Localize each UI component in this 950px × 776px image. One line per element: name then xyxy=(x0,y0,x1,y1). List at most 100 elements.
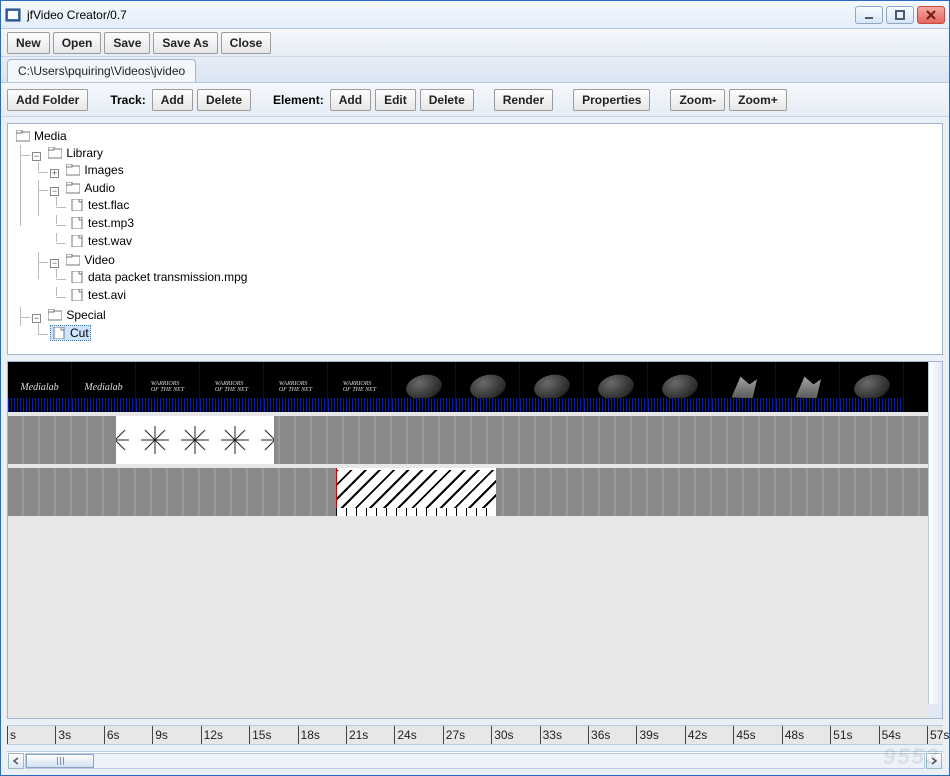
ruler-tick: 51s xyxy=(830,726,852,744)
tree-file-item[interactable]: test.flac xyxy=(68,198,131,212)
video-thumbnail[interactable]: WARRIORSOF THE NET xyxy=(200,362,264,412)
tree-file-item[interactable]: Cut xyxy=(50,325,91,341)
media-tree-pane[interactable]: Media − Library xyxy=(7,123,943,355)
video-thumbnail[interactable]: WARRIORSOF THE NET xyxy=(136,362,200,412)
ruler-tick: 30s xyxy=(491,726,513,744)
folder-icon xyxy=(66,164,80,176)
save-as-button[interactable]: Save As xyxy=(153,32,217,54)
video-thumbnail[interactable]: WARRIORSOF THE NET xyxy=(264,362,328,412)
video-thumbnail[interactable]: WARRIORSOF THE NET xyxy=(328,362,392,412)
render-button[interactable]: Render xyxy=(494,89,553,111)
minimize-button[interactable] xyxy=(855,6,883,24)
ruler-tick: 18s xyxy=(298,726,320,744)
project-tab[interactable]: C:\Users\pquiring\Videos\jvideo xyxy=(7,59,196,82)
close-file-button[interactable]: Close xyxy=(221,32,272,54)
titlebar: jfVideo Creator/0.7 xyxy=(1,1,949,29)
file-icon xyxy=(70,199,84,211)
close-button[interactable] xyxy=(917,6,945,24)
file-icon xyxy=(70,271,84,283)
ruler-tick: 39s xyxy=(636,726,658,744)
horizontal-scrollbar[interactable] xyxy=(7,751,943,769)
tree-file-item[interactable]: test.avi xyxy=(68,288,128,302)
video-thumbnail[interactable] xyxy=(456,362,520,412)
scroll-left-button[interactable] xyxy=(8,753,24,769)
content-area: Media − Library xyxy=(1,117,949,775)
tree-label: Library xyxy=(66,146,103,160)
ruler-tick: 57s xyxy=(927,726,949,744)
ruler-tick: 48s xyxy=(782,726,804,744)
main-menubar: New Open Save Save As Close xyxy=(1,29,949,57)
track-delete-button[interactable]: Delete xyxy=(197,89,251,111)
tree-label: test.flac xyxy=(88,198,129,212)
video-thumbnail[interactable] xyxy=(776,362,840,412)
expand-toggle[interactable]: − xyxy=(32,152,41,161)
expand-toggle[interactable]: − xyxy=(32,314,41,323)
media-tree: Media − Library xyxy=(12,128,938,345)
element-label: Element: xyxy=(271,93,326,107)
element-add-button[interactable]: Add xyxy=(330,89,371,111)
tree-label: Cut xyxy=(70,326,89,340)
ruler-tick: s xyxy=(7,726,16,744)
toolbar: Add Folder Track: Add Delete Element: Ad… xyxy=(1,83,949,117)
clip-spark[interactable] xyxy=(116,416,274,464)
empty-area xyxy=(8,520,928,680)
video-thumbnail[interactable] xyxy=(712,362,776,412)
video-thumbnail[interactable] xyxy=(840,362,904,412)
vertical-scrollbar[interactable] xyxy=(928,362,942,704)
video-thumbnail[interactable] xyxy=(392,362,456,412)
video-thumbnail[interactable]: Medialab xyxy=(72,362,136,412)
tree-label: test.avi xyxy=(88,288,126,302)
tree-file-item[interactable]: test.mp3 xyxy=(68,216,136,230)
expand-toggle[interactable]: − xyxy=(50,259,59,268)
scrollbar-track[interactable] xyxy=(25,753,925,769)
ruler-tick: 12s xyxy=(201,726,223,744)
video-thumbnail[interactable]: Medialab xyxy=(8,362,72,412)
track-2[interactable] xyxy=(8,416,928,468)
timeline-area: MedialabMedialabWARRIORSOF THE NETWARRIO… xyxy=(7,361,943,719)
ruler-tick: 45s xyxy=(733,726,755,744)
file-icon xyxy=(70,235,84,247)
ruler-tick: 42s xyxy=(685,726,707,744)
zoom-out-button[interactable]: Zoom- xyxy=(670,89,725,111)
track-add-button[interactable]: Add xyxy=(152,89,193,111)
maximize-button[interactable] xyxy=(886,6,914,24)
tree-special[interactable]: Special xyxy=(46,308,107,322)
video-thumbnail[interactable] xyxy=(520,362,584,412)
tree-file-item[interactable]: data packet transmission.mpg xyxy=(68,270,249,284)
tree-library[interactable]: Library xyxy=(46,146,105,160)
clip-wave[interactable] xyxy=(336,468,496,516)
new-button[interactable]: New xyxy=(7,32,50,54)
element-delete-button[interactable]: Delete xyxy=(420,89,474,111)
expand-toggle[interactable]: + xyxy=(50,169,59,178)
file-icon xyxy=(70,217,84,229)
tree-file-item[interactable]: test.wav xyxy=(68,234,134,248)
ruler-tick: 3s xyxy=(55,726,71,744)
zoom-in-button[interactable]: Zoom+ xyxy=(729,89,787,111)
ruler-tick: 54s xyxy=(879,726,901,744)
tree-root-media[interactable]: Media xyxy=(14,129,69,143)
tree-label: test.wav xyxy=(88,234,132,248)
open-button[interactable]: Open xyxy=(53,32,102,54)
tree-audio[interactable]: Audio xyxy=(64,181,117,195)
folder-icon xyxy=(48,147,62,159)
scroll-right-button[interactable] xyxy=(926,753,942,769)
video-thumbnail[interactable] xyxy=(648,362,712,412)
tree-video[interactable]: Video xyxy=(64,253,116,267)
tree-label: Video xyxy=(84,253,114,267)
element-edit-button[interactable]: Edit xyxy=(375,89,416,111)
add-folder-button[interactable]: Add Folder xyxy=(7,89,88,111)
timeline-scroll[interactable]: MedialabMedialabWARRIORSOF THE NETWARRIO… xyxy=(8,362,928,704)
scrollbar-thumb[interactable] xyxy=(26,754,94,768)
properties-button[interactable]: Properties xyxy=(573,89,650,111)
folder-icon xyxy=(16,130,30,142)
video-thumbnail[interactable] xyxy=(584,362,648,412)
save-button[interactable]: Save xyxy=(104,32,150,54)
file-icon xyxy=(70,289,84,301)
ruler-tick: 33s xyxy=(540,726,562,744)
folder-icon xyxy=(48,309,62,321)
tree-images[interactable]: Images xyxy=(64,163,125,177)
track-3[interactable] xyxy=(8,468,928,520)
time-ruler[interactable]: s3s6s9s12s15s18s21s24s27s30s33s36s39s42s… xyxy=(7,725,943,745)
video-track[interactable]: MedialabMedialabWARRIORSOF THE NETWARRIO… xyxy=(8,362,928,416)
expand-toggle[interactable]: − xyxy=(50,187,59,196)
